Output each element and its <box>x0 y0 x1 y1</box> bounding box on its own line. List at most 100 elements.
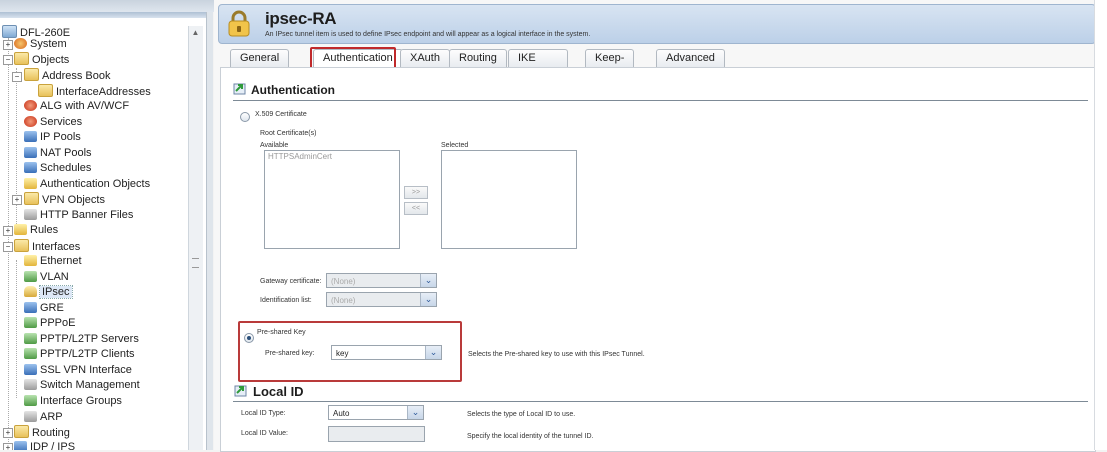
chevron-down-icon[interactable]: ⌄ <box>407 406 423 419</box>
local-id-type-select[interactable]: Auto ⌄ <box>328 405 424 420</box>
tab-xauth[interactable]: XAuth <box>400 49 450 67</box>
tree-item-rules[interactable]: Rules <box>14 223 58 238</box>
collapse-icon[interactable]: − <box>3 242 13 252</box>
navigation-tree: DFL-260E + System − Objects − Address Bo… <box>0 12 207 450</box>
tree-item-ssl-vpn-interface[interactable]: SSL VPN Interface <box>24 363 132 378</box>
tree-item-ethernet[interactable]: Ethernet <box>24 254 82 269</box>
section-divider <box>233 100 1088 101</box>
collapse-icon[interactable]: − <box>3 55 13 65</box>
section-arrow-icon <box>233 83 246 95</box>
tree-item-authentication-objects[interactable]: Authentication Objects <box>24 177 150 192</box>
local-id-title: Local ID <box>253 384 304 399</box>
selected-label: Selected <box>441 142 469 149</box>
ip-pools-icon <box>24 131 37 142</box>
scroll-up-icon[interactable]: ▲ <box>191 28 200 37</box>
psk-radio[interactable] <box>244 333 254 343</box>
system-icon <box>14 38 27 49</box>
root-cert-label: Root Certificate(s) <box>260 130 317 137</box>
collapse-icon[interactable]: − <box>12 72 22 82</box>
tree-item-idp-ips[interactable]: IDP / IPS <box>14 440 75 450</box>
tree-item-alg[interactable]: ALG with AV/WCF <box>24 99 129 114</box>
tree-item-schedules[interactable]: Schedules <box>24 161 91 176</box>
tree-item-gre[interactable]: GRE <box>24 301 64 316</box>
chevron-down-icon[interactable]: ⌄ <box>420 274 436 287</box>
tree-item-interfaces[interactable]: Interfaces <box>14 239 80 254</box>
tree-item-pptp-l2tp-servers[interactable]: PPTP/L2TP Servers <box>24 332 139 347</box>
psk-option-label: Pre-shared Key <box>257 329 306 336</box>
x509-label: X.509 Certificate <box>255 111 307 118</box>
ssl-vpn-icon <box>24 364 37 375</box>
list-item[interactable]: HTTPSAdminCert <box>268 152 332 161</box>
tree-item-interface-groups[interactable]: Interface Groups <box>24 394 122 409</box>
tree-item-nat-pools[interactable]: NAT Pools <box>24 146 92 161</box>
tree-line <box>16 260 17 398</box>
nat-pools-icon <box>24 147 37 158</box>
switch-icon <box>24 379 37 390</box>
tree-item-ipsec[interactable]: IPsec <box>24 285 73 300</box>
tree-item-pptp-l2tp-clients[interactable]: PPTP/L2TP Clients <box>24 347 135 362</box>
local-id-type-label: Local ID Type: <box>241 410 286 417</box>
tree-item-arp[interactable]: ARP <box>24 410 63 425</box>
tree-item-pppoe[interactable]: PPPoE <box>24 316 75 331</box>
tree-header-bar <box>0 12 206 18</box>
folder-icon <box>14 239 29 252</box>
expand-icon[interactable]: + <box>12 195 22 205</box>
file-icon <box>24 209 37 220</box>
tree-item-services[interactable]: Services <box>24 115 82 130</box>
tab-general[interactable]: General <box>230 49 290 67</box>
expand-icon[interactable]: + <box>3 443 13 450</box>
tree-item-system[interactable]: System <box>14 37 67 52</box>
scroll-grip-icon[interactable] <box>192 258 199 268</box>
authentication-title: Authentication <box>251 83 335 97</box>
tree-item-routing[interactable]: Routing <box>14 425 70 440</box>
tree-item-http-banner-files[interactable]: HTTP Banner Files <box>24 208 133 223</box>
tree-item-switch-management[interactable]: Switch Management <box>24 378 140 393</box>
chevron-down-icon[interactable]: ⌄ <box>425 346 441 359</box>
psk-help: Selects the Pre-shared key to use with t… <box>468 351 645 358</box>
selected-certs-list[interactable] <box>441 150 577 249</box>
arp-icon <box>24 411 37 422</box>
tree-item-objects[interactable]: Objects <box>14 52 69 67</box>
x509-radio[interactable] <box>240 112 250 122</box>
page-subtitle: An IPsec tunnel item is used to define I… <box>265 31 591 38</box>
tab-ike-settings[interactable]: IKE Settings <box>508 49 568 81</box>
identification-list-label: Identification list: <box>260 297 312 304</box>
tab-advanced[interactable]: Advanced <box>656 49 725 67</box>
tab-routing[interactable]: Routing <box>449 49 507 67</box>
local-id-type-help: Selects the type of Local ID to use. <box>467 411 576 418</box>
section-arrow-icon <box>234 385 247 397</box>
alg-icon <box>24 100 37 111</box>
expand-icon[interactable]: + <box>3 428 13 438</box>
folder-icon <box>38 84 53 97</box>
tree-item-vlan[interactable]: VLAN <box>24 270 69 285</box>
tab-keep-alive[interactable]: Keep-alive <box>585 49 635 81</box>
address-book-icon <box>24 68 39 81</box>
tree-item-ip-pools[interactable]: IP Pools <box>24 130 81 145</box>
vlan-icon <box>24 271 37 282</box>
remove-button[interactable]: << <box>404 202 428 215</box>
psk-field-label: Pre-shared key: <box>265 350 315 357</box>
tree-item-address-book[interactable]: Address Book <box>24 68 110 83</box>
available-certs-list[interactable]: HTTPSAdminCert <box>264 150 400 249</box>
expand-icon[interactable]: + <box>3 40 13 50</box>
gateway-cert-value: (None) <box>331 277 356 286</box>
tree-item-vpn-objects[interactable]: VPN Objects <box>24 192 105 207</box>
expand-icon[interactable]: + <box>3 226 13 236</box>
page-title: ipsec-RA <box>265 9 337 28</box>
chevron-down-icon[interactable]: ⌄ <box>420 293 436 306</box>
idp-icon <box>14 441 27 450</box>
interface-groups-icon <box>24 395 37 406</box>
pane-splitter[interactable] <box>207 12 213 450</box>
tree-scrollbar[interactable]: ▲ <box>188 26 203 450</box>
services-icon <box>24 116 37 127</box>
gre-icon <box>24 302 37 313</box>
psk-select[interactable]: key ⌄ <box>331 345 442 360</box>
identification-list-select[interactable]: (None) ⌄ <box>326 292 437 307</box>
authentication-objects-icon <box>24 178 37 189</box>
folder-icon <box>14 425 29 438</box>
add-button[interactable]: >> <box>404 186 428 199</box>
tree-item-interfaceaddresses[interactable]: InterfaceAddresses <box>38 84 151 99</box>
gateway-cert-select[interactable]: (None) ⌄ <box>326 273 437 288</box>
local-id-value-input[interactable] <box>328 426 425 442</box>
section-divider <box>233 401 1088 402</box>
